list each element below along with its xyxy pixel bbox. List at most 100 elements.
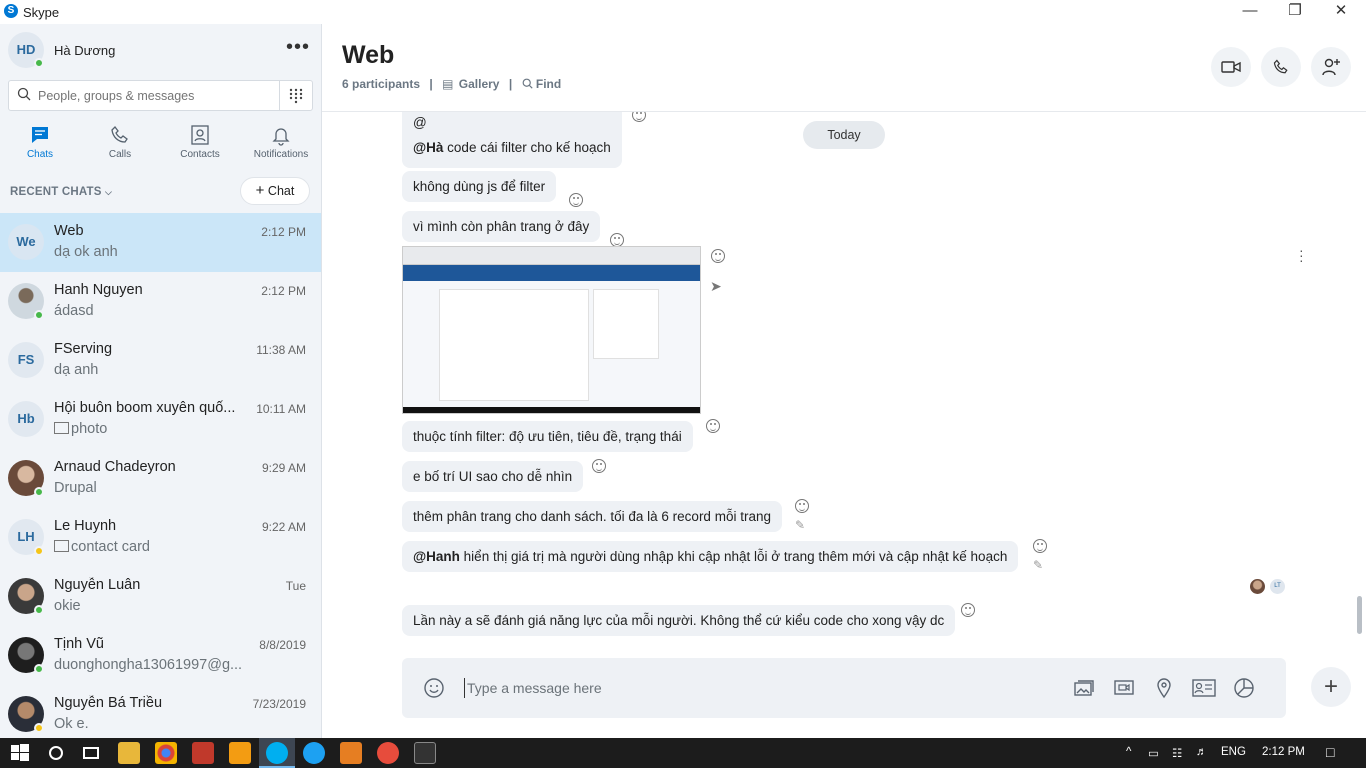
chat-item-le-huynh[interactable]: LH Le Huynh 9:22 AM contact card <box>0 508 321 567</box>
add-reaction-icon[interactable] <box>961 603 975 617</box>
add-reaction-icon[interactable] <box>795 499 809 513</box>
tab-chats[interactable]: Chats <box>0 120 80 168</box>
message-bubble[interactable]: không dùng js để filter <box>402 171 557 202</box>
chat-item-tinh-vu[interactable]: Tịnh Vũ 8/8/2019 duonghongha13061997@g..… <box>0 626 321 685</box>
cortana-icon[interactable] <box>45 742 67 764</box>
add-reaction-icon[interactable] <box>706 419 720 433</box>
chat-item-nguyen-ba-trieu[interactable]: Nguyễn Bá Triều 7/23/2019 Ok e. <box>0 685 321 744</box>
edit-icon[interactable]: ✎ <box>795 518 805 532</box>
poll-icon[interactable] <box>1230 674 1258 702</box>
recent-chats-header[interactable]: RECENT CHATS ⌵ <box>10 186 112 198</box>
gallery-link[interactable]: Gallery <box>459 77 500 91</box>
chat-item-fserving[interactable]: FS FServing 11:38 AM dạ anh <box>0 331 321 390</box>
chat-item-nguyen-luan[interactable]: Nguyễn Luân Tue okie <box>0 567 321 626</box>
contact-card-icon[interactable] <box>1190 674 1218 702</box>
location-icon[interactable] <box>1150 674 1178 702</box>
tab-calls[interactable]: Calls <box>80 120 160 168</box>
taskbar: ^ ▭ ☷ ♬ ENG 2:12 PM □ <box>0 738 1366 768</box>
chat-item-hoi-buon[interactable]: Hb Hội buôn boom xuyên quố... 10:11 AM p… <box>0 390 321 449</box>
app-icon[interactable] <box>192 742 214 764</box>
message-input[interactable] <box>464 678 1044 698</box>
dialpad-icon[interactable] <box>279 81 312 110</box>
skype-taskbar-icon[interactable] <box>266 742 288 764</box>
chat-item-web[interactable]: We Web 2:12 PM dạ ok anh <box>0 213 321 272</box>
message-text: thuộc tính filter: độ ưu tiên, tiêu đề, … <box>413 429 682 444</box>
more-actions-button[interactable]: + <box>1311 667 1351 707</box>
screenshot-taskbar <box>403 407 700 413</box>
chat-time: 10:11 AM <box>256 402 306 416</box>
image-attachment[interactable] <box>402 246 701 414</box>
close-button[interactable]: ✕ <box>1318 0 1364 24</box>
tab-notifications[interactable]: Notifications <box>241 120 321 168</box>
action-center-icon[interactable]: □ <box>1326 744 1334 760</box>
app-icon[interactable] <box>340 742 362 764</box>
plus-icon: + <box>255 182 265 199</box>
mention[interactable]: @Hanh <box>413 549 460 564</box>
add-reaction-icon[interactable] <box>610 233 624 247</box>
tab-calls-label: Calls <box>108 149 132 160</box>
sublime-text-icon[interactable] <box>229 742 251 764</box>
add-reaction-icon[interactable] <box>569 193 583 207</box>
separator: | <box>508 77 513 91</box>
chat-item-arnaud[interactable]: Arnaud Chadeyron 9:29 AM Drupal <box>0 449 321 508</box>
clock[interactable]: 2:12 PM <box>1262 746 1305 758</box>
chevron-up-icon[interactable]: ^ <box>1126 746 1131 758</box>
volume-icon[interactable]: ♬ <box>1196 746 1208 758</box>
battery-icon[interactable]: ▭ <box>1148 746 1159 760</box>
message-text: Lần này a sẽ đánh giá năng lực của mỗi n… <box>413 613 945 628</box>
windows-start-icon[interactable] <box>9 742 31 764</box>
new-chat-button[interactable]: + Chat <box>240 177 310 205</box>
chat-preview-text: contact card <box>71 539 150 555</box>
add-reaction-icon[interactable] <box>592 459 606 473</box>
add-reaction-icon[interactable] <box>711 249 725 263</box>
maximize-button[interactable]: ❐ <box>1272 0 1318 24</box>
audio-call-button[interactable] <box>1261 47 1301 87</box>
chat-list: We Web 2:12 PM dạ ok anh Hanh Nguyen 2:1… <box>0 213 322 744</box>
presence-online-icon <box>34 310 44 320</box>
message-bubble[interactable]: vì mình còn phân trang ở đây <box>402 211 601 242</box>
read-receipt-avatar <box>1250 579 1265 594</box>
message-bubble[interactable]: Lần này a sẽ đánh giá năng lực của mỗi n… <box>402 605 956 636</box>
chat-preview: photo <box>54 421 249 437</box>
video-message-icon[interactable] <box>1110 674 1138 702</box>
mention[interactable]: @Hà <box>413 140 443 155</box>
chrome-icon[interactable] <box>155 742 177 764</box>
scrollbar-thumb[interactable] <box>1357 596 1362 634</box>
search-input[interactable] <box>38 87 278 105</box>
emoji-icon[interactable] <box>420 674 448 702</box>
messenger-icon[interactable] <box>303 742 325 764</box>
tab-notifications-label: Notifications <box>253 149 309 160</box>
edit-icon[interactable]: ✎ <box>1033 558 1043 572</box>
message-bubble[interactable]: @Hanh hiển thị giá trị mà người dùng nhậ… <box>402 541 1019 572</box>
task-view-icon[interactable] <box>80 742 102 764</box>
more-options-icon[interactable]: · · · <box>1299 243 1304 267</box>
chat-item-hanh-nguyen[interactable]: Hanh Nguyen 2:12 PM ádasd <box>0 272 321 331</box>
video-call-button[interactable] <box>1211 47 1251 87</box>
tab-contacts[interactable]: Contacts <box>160 120 240 168</box>
language-indicator[interactable]: ENG <box>1221 746 1246 758</box>
message-text: hiển thị giá trị mà người dùng nhập khi … <box>459 549 1008 564</box>
add-participant-button[interactable] <box>1311 47 1351 87</box>
message-bubble[interactable]: thuộc tính filter: độ ưu tiên, tiêu đề, … <box>402 421 693 452</box>
add-reaction-icon[interactable] <box>1033 539 1047 553</box>
app-icon[interactable] <box>377 742 399 764</box>
more-options-icon[interactable]: ••• <box>286 36 310 59</box>
title-bar: S Skype — ❐ ✕ <box>0 0 1366 24</box>
conversation-title[interactable]: Web <box>342 41 394 70</box>
message-bubble[interactable]: @ @Hà code cái filter cho kế hoạch <box>402 112 622 168</box>
participants-link[interactable]: 6 participants <box>342 77 420 91</box>
minimize-button[interactable]: — <box>1227 0 1273 24</box>
media-gallery-icon[interactable] <box>1070 674 1098 702</box>
message-bubble[interactable]: e bố trí UI sao cho dễ nhìn <box>402 461 584 492</box>
find-link[interactable]: Find <box>536 77 561 91</box>
command-prompt-icon[interactable] <box>414 742 436 764</box>
presence-online-icon <box>34 487 44 497</box>
profile[interactable]: HD Hà Dương ••• <box>8 32 318 72</box>
avatar: We <box>8 224 44 260</box>
profile-name[interactable]: Hà Dương <box>54 43 115 58</box>
file-explorer-icon[interactable] <box>118 742 140 764</box>
forward-icon[interactable]: ➤ <box>710 278 722 295</box>
add-reaction-icon[interactable] <box>632 112 646 122</box>
network-icon[interactable]: ☷ <box>1172 746 1182 760</box>
message-bubble[interactable]: thêm phân trang cho danh sách. tối đa là… <box>402 501 782 532</box>
